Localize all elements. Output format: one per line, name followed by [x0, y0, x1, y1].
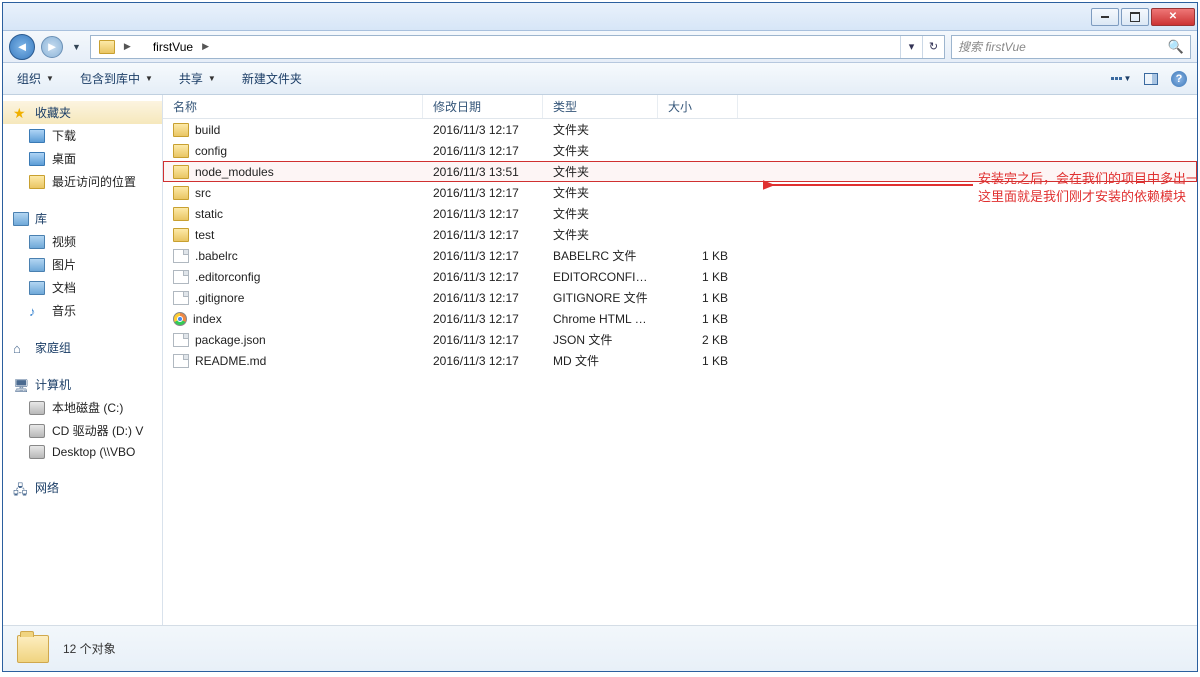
- preview-pane-button[interactable]: [1141, 70, 1161, 88]
- sidebar-computer-header[interactable]: 🖥 计算机: [3, 373, 162, 396]
- navigation-bar: ◄ ► ▼ ▶ firstVue ▶ ▾ ↻ 搜索 firstVue 🔍: [3, 31, 1197, 63]
- folder-icon: [173, 144, 189, 158]
- folder-icon: [173, 165, 189, 179]
- search-input[interactable]: 搜索 firstVue 🔍: [951, 35, 1191, 59]
- file-row[interactable]: node_modules2016/11/3 13:51文件夹: [163, 161, 1197, 182]
- music-icon: ♪: [29, 304, 45, 318]
- file-row[interactable]: README.md2016/11/3 12:17MD 文件1 KB: [163, 350, 1197, 371]
- toolbar: 组织▼ 包含到库中▼ 共享▼ 新建文件夹 ▼ ?: [3, 63, 1197, 95]
- folder-icon: [173, 186, 189, 200]
- status-folder-icon: [17, 635, 49, 663]
- folder-icon: [173, 123, 189, 137]
- sidebar-item-pictures[interactable]: 图片: [3, 253, 162, 276]
- search-icon: 🔍: [1168, 39, 1184, 55]
- file-row[interactable]: .babelrc2016/11/3 12:17BABELRC 文件1 KB: [163, 245, 1197, 266]
- breadcrumb-root[interactable]: ▶: [91, 36, 145, 58]
- breadcrumb-folder[interactable]: firstVue ▶: [145, 36, 223, 58]
- address-dropdown-button[interactable]: ▾: [900, 36, 922, 58]
- homegroup-icon: ⌂: [13, 341, 29, 355]
- drive-icon: [29, 401, 45, 415]
- refresh-button[interactable]: ↻: [922, 36, 944, 58]
- downloads-icon: [29, 129, 45, 143]
- file-row[interactable]: src2016/11/3 12:17文件夹: [163, 182, 1197, 203]
- sidebar-favorites-header[interactable]: ★ 收藏夹: [3, 101, 162, 124]
- file-row[interactable]: static2016/11/3 12:17文件夹: [163, 203, 1197, 224]
- body-area: ★ 收藏夹 下载 桌面 最近访问的位置 库 视频 图片 文档 ♪音乐 ⌂: [3, 95, 1197, 625]
- documents-icon: [29, 281, 45, 295]
- address-bar[interactable]: ▶ firstVue ▶ ▾ ↻: [90, 35, 945, 59]
- sidebar-item-downloads[interactable]: 下载: [3, 124, 162, 147]
- share-menu[interactable]: 共享▼: [175, 67, 220, 90]
- file-row[interactable]: index2016/11/3 12:17Chrome HTML D...1 KB: [163, 308, 1197, 329]
- sidebar-item-recent[interactable]: 最近访问的位置: [3, 170, 162, 193]
- back-button[interactable]: ◄: [9, 34, 35, 60]
- new-folder-button[interactable]: 新建文件夹: [238, 67, 306, 90]
- sidebar-network-header[interactable]: 🖧 网络: [3, 476, 162, 499]
- folder-icon: [173, 228, 189, 242]
- maximize-button[interactable]: [1121, 8, 1149, 26]
- file-icon: [173, 249, 189, 263]
- file-row[interactable]: config2016/11/3 12:17文件夹: [163, 140, 1197, 161]
- column-name[interactable]: 名称: [163, 95, 423, 118]
- explorer-window: ◄ ► ▼ ▶ firstVue ▶ ▾ ↻ 搜索 firstVue 🔍 组织▼…: [2, 2, 1198, 672]
- search-placeholder: 搜索 firstVue: [958, 38, 1026, 55]
- forward-button[interactable]: ►: [41, 36, 63, 58]
- sidebar-item-documents[interactable]: 文档: [3, 276, 162, 299]
- library-icon: [13, 212, 29, 226]
- sidebar-item-drive-d[interactable]: CD 驱动器 (D:) V: [3, 419, 162, 442]
- sidebar-item-network-drive[interactable]: Desktop (\\VBO: [3, 442, 162, 462]
- status-text: 12 个对象: [63, 640, 116, 657]
- network-icon: 🖧: [13, 481, 29, 495]
- sidebar-item-drive-c[interactable]: 本地磁盘 (C:): [3, 396, 162, 419]
- cd-drive-icon: [29, 424, 45, 438]
- organize-menu[interactable]: 组织▼: [13, 67, 58, 90]
- help-icon[interactable]: ?: [1171, 71, 1187, 87]
- network-drive-icon: [29, 445, 45, 459]
- file-pane: 名称 修改日期 类型 大小 build2016/11/3 12:17文件夹con…: [163, 95, 1197, 625]
- sidebar-libraries-header[interactable]: 库: [3, 207, 162, 230]
- sidebar-homegroup-header[interactable]: ⌂ 家庭组: [3, 336, 162, 359]
- desktop-icon: [29, 152, 45, 166]
- column-headers: 名称 修改日期 类型 大小: [163, 95, 1197, 119]
- close-button[interactable]: [1151, 8, 1195, 26]
- computer-icon: 🖥: [13, 378, 29, 392]
- breadcrumb-label: firstVue: [153, 40, 193, 54]
- minimize-button[interactable]: [1091, 8, 1119, 26]
- chevron-right-icon: ▶: [119, 41, 136, 52]
- recent-icon: [29, 175, 45, 189]
- sidebar-item-desktop[interactable]: 桌面: [3, 147, 162, 170]
- sidebar: ★ 收藏夹 下载 桌面 最近访问的位置 库 视频 图片 文档 ♪音乐 ⌂: [3, 95, 163, 625]
- file-row[interactable]: build2016/11/3 12:17文件夹: [163, 119, 1197, 140]
- pictures-icon: [29, 258, 45, 272]
- titlebar[interactable]: [3, 3, 1197, 31]
- videos-icon: [29, 235, 45, 249]
- sidebar-item-videos[interactable]: 视频: [3, 230, 162, 253]
- column-size[interactable]: 大小: [658, 95, 738, 118]
- folder-icon: [173, 207, 189, 221]
- file-row[interactable]: .editorconfig2016/11/3 12:17EDITORCONFIG…: [163, 266, 1197, 287]
- column-type[interactable]: 类型: [543, 95, 658, 118]
- sidebar-item-music[interactable]: ♪音乐: [3, 299, 162, 322]
- history-dropdown[interactable]: ▼: [69, 42, 84, 52]
- file-row[interactable]: package.json2016/11/3 12:17JSON 文件2 KB: [163, 329, 1197, 350]
- star-icon: ★: [13, 106, 29, 120]
- file-row[interactable]: .gitignore2016/11/3 12:17GITIGNORE 文件1 K…: [163, 287, 1197, 308]
- file-icon: [173, 354, 189, 368]
- column-date[interactable]: 修改日期: [423, 95, 543, 118]
- file-list[interactable]: build2016/11/3 12:17文件夹config2016/11/3 1…: [163, 119, 1197, 625]
- folder-icon: [99, 40, 115, 54]
- file-row[interactable]: test2016/11/3 12:17文件夹: [163, 224, 1197, 245]
- status-bar: 12 个对象: [3, 625, 1197, 671]
- view-options-button[interactable]: ▼: [1111, 70, 1131, 88]
- include-in-library-menu[interactable]: 包含到库中▼: [76, 67, 157, 90]
- chevron-right-icon: ▶: [197, 41, 214, 52]
- file-icon: [173, 270, 189, 284]
- chrome-icon: [173, 312, 187, 326]
- file-icon: [173, 333, 189, 347]
- file-icon: [173, 291, 189, 305]
